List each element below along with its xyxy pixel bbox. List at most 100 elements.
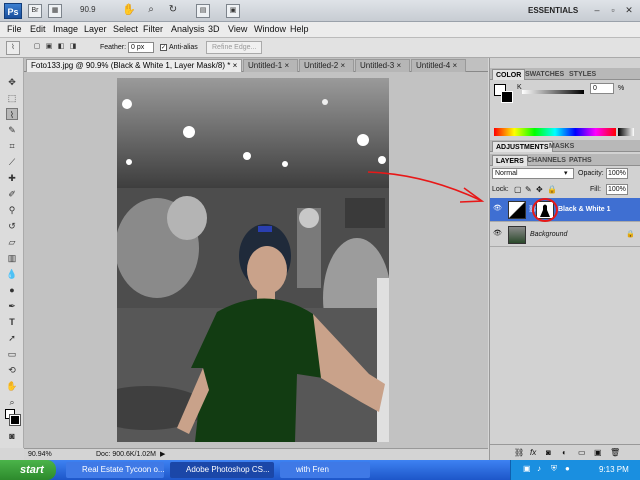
menu-help[interactable]: Help — [290, 24, 309, 34]
tab-color[interactable]: COLOR — [492, 69, 526, 80]
new-layer-icon[interactable]: ▣ — [594, 448, 602, 457]
dodge-tool-icon[interactable]: ● — [6, 284, 18, 296]
zoom-tool-icon[interactable]: ⌕ — [144, 4, 158, 18]
new-adjustment-icon[interactable]: ◐ — [562, 448, 567, 457]
menu-filter[interactable]: Filter — [143, 24, 163, 34]
lock-position-icon[interactable]: ✥ — [536, 185, 543, 194]
tab-masks[interactable]: MASKS — [546, 141, 577, 152]
bridge-button[interactable]: Br — [28, 4, 42, 18]
crop-tool-icon[interactable]: ⌗ — [6, 140, 18, 152]
layer-row-background[interactable]: 👁 Background 🔒 — [490, 223, 640, 247]
tray-clock[interactable]: 9:13 PM — [599, 465, 629, 474]
menu-select[interactable]: Select — [113, 24, 138, 34]
antialias-checkbox[interactable]: ✓ — [160, 44, 167, 51]
gradient-tool-icon[interactable]: ▥ — [6, 252, 18, 264]
tab-layers[interactable]: LAYERS — [492, 155, 528, 166]
visibility-eye-icon[interactable]: 👁 — [493, 230, 502, 237]
quick-selection-tool-icon[interactable]: ✎ — [6, 124, 18, 136]
tab-paths[interactable]: PATHS — [566, 155, 595, 166]
lasso-preset-icon[interactable]: ⌇ — [6, 41, 20, 55]
canvas-area[interactable] — [24, 72, 488, 448]
menu-edit[interactable]: Edit — [30, 24, 46, 34]
menu-3d[interactable]: 3D — [208, 24, 220, 34]
document-photo[interactable] — [117, 78, 389, 442]
lock-transparent-icon[interactable]: ▢ — [514, 185, 522, 194]
lock-all-icon[interactable]: 🔒 — [547, 185, 557, 194]
menu-view[interactable]: View — [228, 24, 247, 34]
background-color-swatch[interactable] — [9, 414, 21, 426]
tab-close-icon[interactable]: × — [284, 61, 289, 70]
start-button[interactable]: start — [0, 460, 56, 480]
history-brush-tool-icon[interactable]: ↺ — [6, 220, 18, 232]
view-extras-icon[interactable]: ▦ — [48, 4, 62, 18]
fill-input[interactable]: 100% — [606, 184, 628, 195]
eyedropper-tool-icon[interactable]: ⟋ — [6, 156, 18, 168]
zoom-tool-icon[interactable]: ⌕ — [6, 396, 18, 408]
tab-untitled-4[interactable]: Untitled-4 × — [411, 59, 466, 72]
layer-name[interactable]: Black & White 1 — [558, 206, 611, 213]
tab-adjustments[interactable]: ADJUSTMENTS — [492, 141, 553, 152]
brush-tool-icon[interactable]: ✐ — [6, 188, 18, 200]
zoom-level-select[interactable]: 90.9 — [80, 5, 96, 14]
grayscale-ramp[interactable] — [618, 128, 634, 136]
eraser-tool-icon[interactable]: ▱ — [6, 236, 18, 248]
tab-swatches[interactable]: SWATCHES — [522, 69, 567, 80]
menu-image[interactable]: Image — [53, 24, 78, 34]
type-tool-icon[interactable]: T — [6, 316, 18, 328]
feather-input[interactable]: 0 px — [128, 42, 154, 53]
tab-channels[interactable]: CHANNELS — [524, 155, 569, 166]
blur-tool-icon[interactable]: 💧 — [6, 268, 18, 280]
screen-mode-icon[interactable]: ▣ — [226, 4, 240, 18]
workspace-switcher[interactable]: ESSENTIALS — [528, 6, 578, 15]
menu-layer[interactable]: Layer — [84, 24, 107, 34]
tray-app-icon[interactable]: ● — [565, 464, 570, 473]
lock-image-icon[interactable]: ✎ — [525, 185, 532, 194]
panel-background-swatch[interactable] — [501, 91, 513, 103]
tab-close-icon[interactable]: × — [340, 61, 345, 70]
new-group-icon[interactable]: ▭ — [578, 448, 586, 457]
status-zoom[interactable]: 90.94% — [28, 451, 52, 458]
menu-file[interactable]: File — [7, 24, 22, 34]
healing-brush-tool-icon[interactable]: ✚ — [6, 172, 18, 184]
delete-layer-icon[interactable]: 🗑 — [610, 448, 620, 457]
add-mask-icon[interactable]: ◙ — [546, 448, 551, 457]
tab-styles[interactable]: STYLES — [566, 69, 599, 80]
tab-foto133[interactable]: Foto133.jpg @ 90.9% (Black & White 1, La… — [26, 59, 242, 72]
quick-mask-icon[interactable]: ◙ — [6, 430, 18, 442]
intersect-selection-icon[interactable]: ◨ — [66, 41, 80, 55]
hand-tool-icon[interactable]: ✋ — [122, 4, 136, 18]
minimize-icon[interactable]: – — [590, 3, 604, 17]
clone-stamp-tool-icon[interactable]: ⚲ — [6, 204, 18, 216]
tray-volume-icon[interactable]: ♪ — [537, 464, 541, 473]
refine-edge-button[interactable]: Refine Edge... — [206, 41, 263, 54]
layer-name[interactable]: Background — [530, 231, 567, 238]
tab-close-icon[interactable]: × — [396, 61, 401, 70]
status-menu-arrow-icon[interactable]: ▶ — [160, 450, 165, 458]
task-with-fren[interactable]: with Fren — [280, 462, 370, 478]
tab-untitled-1[interactable]: Untitled-1 × — [243, 59, 298, 72]
color-spectrum-bar[interactable] — [494, 128, 616, 136]
background-layer-thumbnail[interactable] — [508, 226, 526, 244]
tab-untitled-3[interactable]: Untitled-3 × — [355, 59, 410, 72]
adjustment-layer-thumbnail[interactable] — [508, 201, 526, 219]
tab-untitled-2[interactable]: Untitled-2 × — [299, 59, 354, 72]
rotate-view-icon[interactable]: ↻ — [166, 4, 180, 18]
task-real-estate[interactable]: Real Estate Tycoon o... — [66, 462, 164, 478]
arrange-documents-icon[interactable]: ▤ — [196, 4, 210, 18]
3d-rotate-tool-icon[interactable]: ⟲ — [6, 364, 18, 376]
k-slider[interactable] — [522, 90, 584, 94]
layer-row-black-white[interactable]: 👁 ⛓ Black & White 1 — [490, 198, 640, 222]
k-value-input[interactable]: 0 — [590, 83, 614, 94]
visibility-eye-icon[interactable]: 👁 — [493, 205, 502, 212]
tray-security-icon[interactable]: ⛨ — [551, 464, 557, 474]
lasso-tool-icon[interactable]: ⌇ — [6, 108, 18, 120]
marquee-tool-icon[interactable]: ⬚ — [6, 92, 18, 104]
maximize-icon[interactable]: ▫ — [606, 3, 620, 17]
layer-style-icon[interactable]: fx — [530, 448, 536, 457]
tab-close-icon[interactable]: × — [233, 61, 238, 70]
path-selection-tool-icon[interactable]: ➚ — [6, 332, 18, 344]
opacity-input[interactable]: 100% — [606, 168, 628, 179]
menu-analysis[interactable]: Analysis — [171, 24, 205, 34]
menu-window[interactable]: Window — [254, 24, 286, 34]
blend-mode-chevron-icon[interactable]: ▾ — [564, 169, 568, 177]
